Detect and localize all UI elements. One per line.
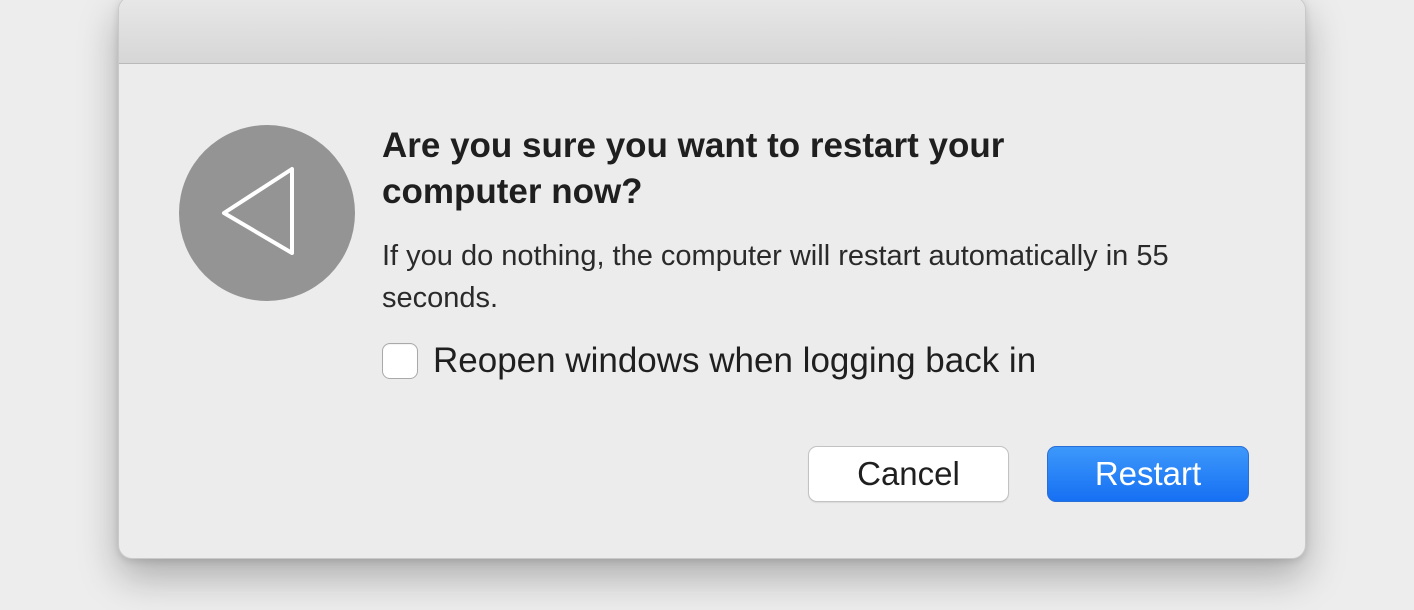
restart-triangle-icon (179, 125, 355, 301)
reopen-windows-label[interactable]: Reopen windows when logging back in (433, 341, 1036, 381)
dialog-message: If you do nothing, the computer will res… (382, 240, 1169, 314)
restart-button[interactable]: Restart (1047, 446, 1249, 502)
dialog-title: Are you sure you want to restart your co… (382, 126, 1005, 211)
reopen-windows-checkbox[interactable] (382, 343, 418, 379)
reopen-windows-option[interactable]: Reopen windows when logging back in (382, 341, 1036, 381)
cancel-button[interactable]: Cancel (808, 446, 1009, 502)
dialog-titlebar (119, 0, 1305, 64)
restart-dialog: Are you sure you want to restart your co… (118, 0, 1306, 559)
